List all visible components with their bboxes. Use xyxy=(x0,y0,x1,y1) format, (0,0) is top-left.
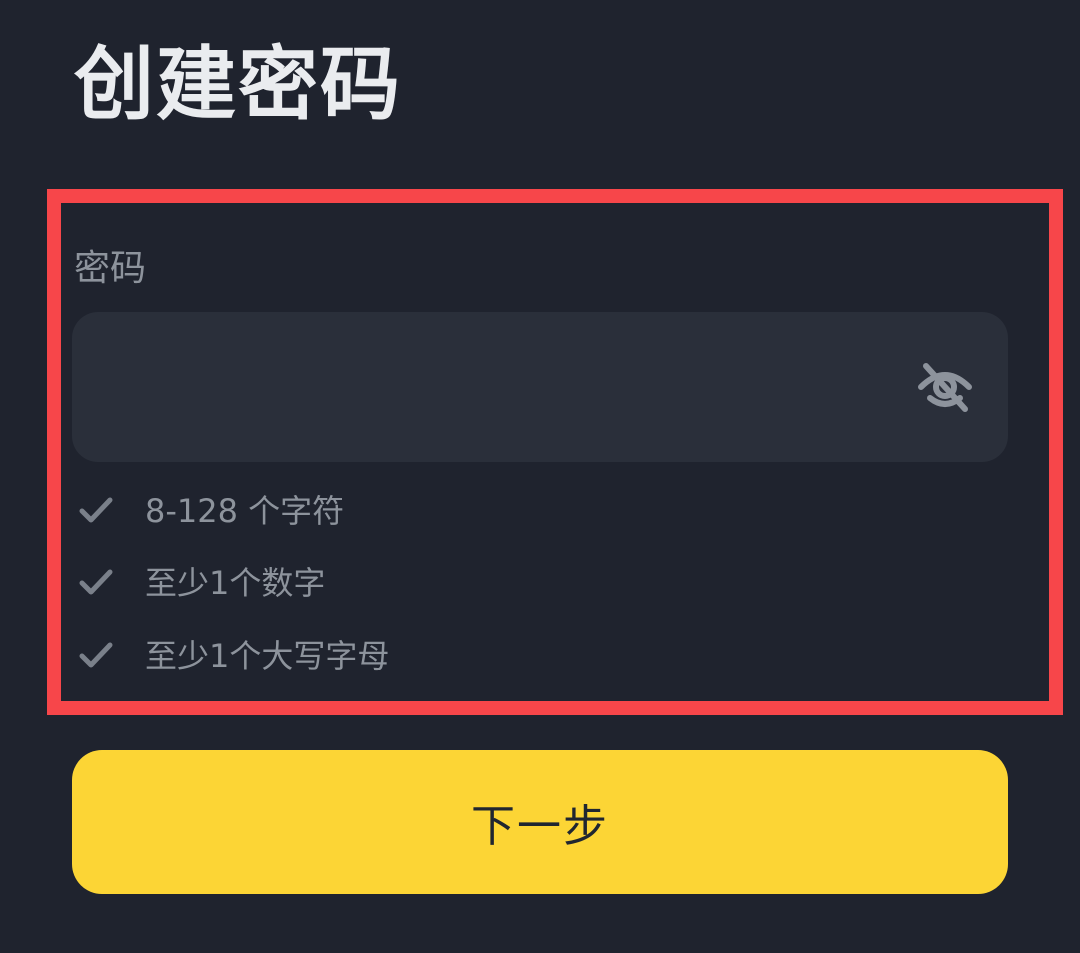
password-input[interactable] xyxy=(102,312,926,464)
eye-slash-icon[interactable] xyxy=(916,360,974,414)
password-field[interactable] xyxy=(72,312,1008,464)
check-icon xyxy=(78,492,114,528)
password-label: 密码 xyxy=(74,248,147,289)
requirement-text: 8-128 个字符 xyxy=(145,492,345,530)
check-icon xyxy=(78,564,114,600)
requirement-text: 至少1个大写字母 xyxy=(145,637,390,675)
check-icon xyxy=(78,637,114,673)
requirement-text: 至少1个数字 xyxy=(145,564,326,602)
next-button[interactable]: 下一步 xyxy=(72,750,1008,894)
page-title: 创建密码 xyxy=(74,38,402,131)
create-password-screen: 创建密码 密码 8-128 个字符 至少1个数字 至少1个大写字母 下一步 xyxy=(0,0,1080,953)
